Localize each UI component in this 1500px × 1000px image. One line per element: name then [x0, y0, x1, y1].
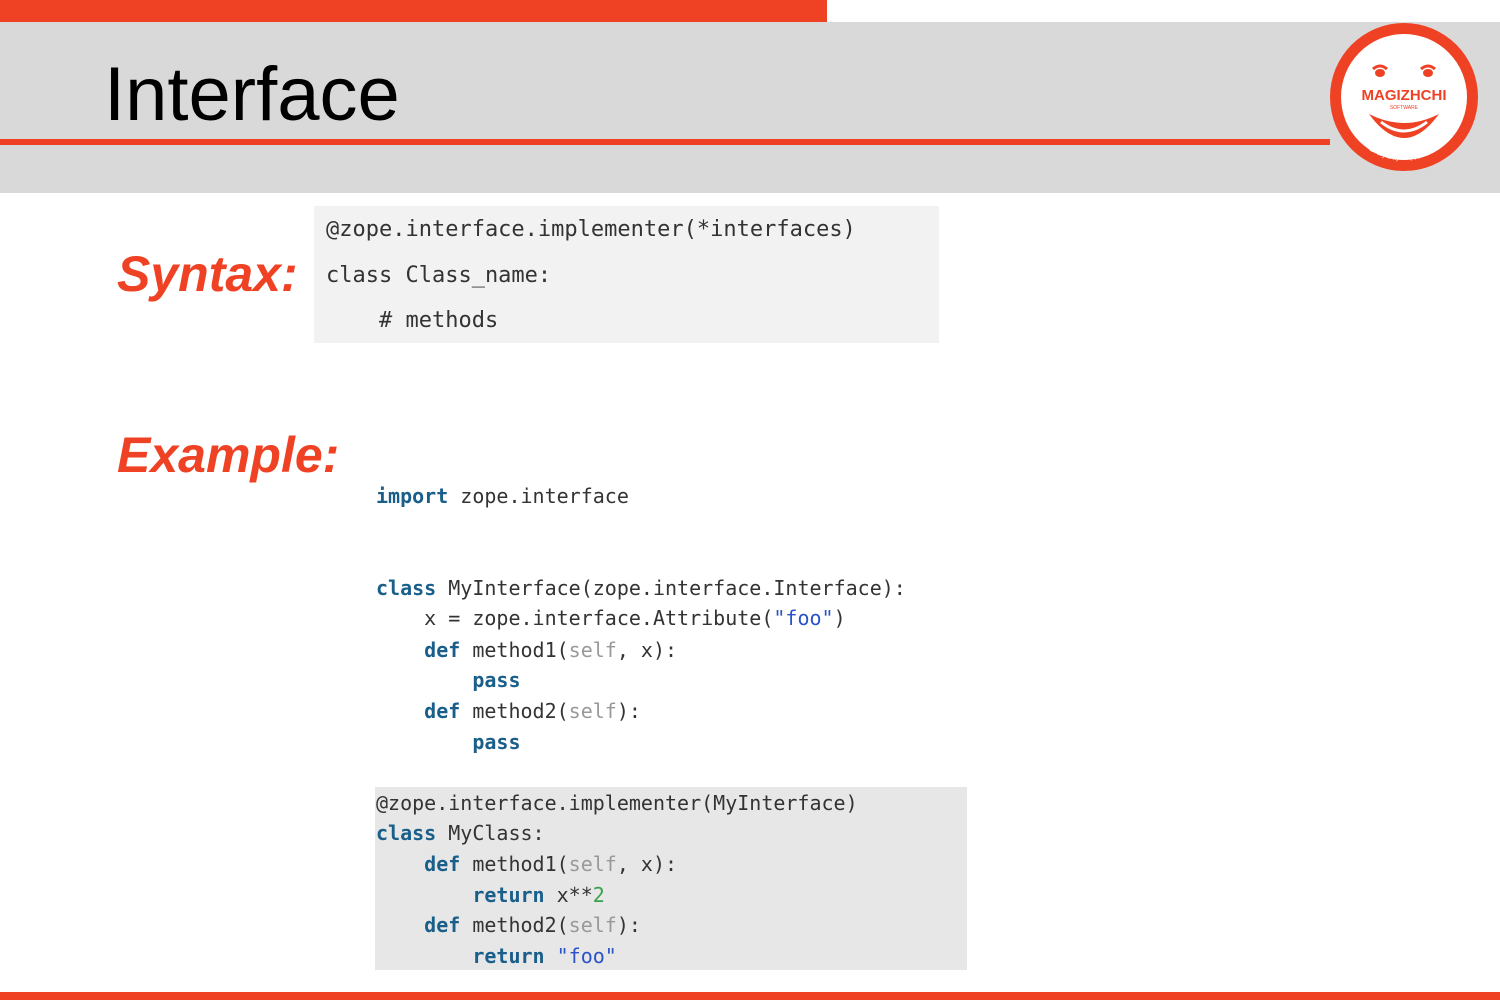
code-line-decorator: @zope.interface.implementer(MyInterface) — [376, 791, 858, 815]
code-line-class: class MyClass: — [376, 820, 545, 846]
code-text: ): — [616, 913, 641, 937]
syntax-line: @zope.interface.implementer(*interfaces) — [326, 217, 856, 242]
code-line-def: def method1(self, x): — [376, 851, 677, 877]
code-text: MyInterface(zope.interface.Interface): — [436, 576, 906, 600]
code-keyword: pass — [376, 668, 521, 692]
code-text: method1( — [460, 852, 569, 876]
code-keyword: class — [376, 576, 437, 600]
code-text: , x): — [616, 852, 678, 876]
top-accent-bar — [0, 0, 827, 22]
code-keyword: return — [376, 944, 545, 968]
code-keyword: class — [376, 821, 437, 845]
code-line-attribute: x = zope.interface.Attribute("foo") — [376, 605, 846, 631]
code-line-return: return "foo" — [376, 943, 617, 969]
code-string: "foo" — [544, 944, 617, 968]
code-line-def: def method2(self): — [376, 698, 641, 724]
code-line-import: import zope.interface — [376, 483, 629, 509]
code-text: method1( — [460, 638, 569, 662]
code-text: method2( — [460, 699, 569, 723]
code-text: zope.interface — [448, 484, 629, 508]
code-text: method2( — [460, 913, 569, 937]
code-line-class: class MyInterface(zope.interface.Interfa… — [376, 575, 906, 601]
syntax-code-block: @zope.interface.implementer(*interfaces)… — [314, 206, 939, 343]
magizhchi-logo: MAGIZHCHI SOFTWARE Every Day Happy Day — [1330, 23, 1478, 171]
example-label: Example: — [117, 427, 340, 483]
code-text: ): — [616, 699, 641, 723]
syntax-line: # methods — [326, 308, 499, 333]
code-self: self — [568, 638, 617, 662]
code-keyword: pass — [376, 730, 521, 754]
code-line-def: def method2(self): — [376, 912, 641, 938]
code-string: "foo" — [773, 606, 834, 630]
code-text: x = zope.interface.Attribute( — [376, 606, 774, 630]
svg-text:MAGIZHCHI: MAGIZHCHI — [1362, 87, 1447, 104]
syntax-label: Syntax: — [117, 246, 298, 302]
slide-title: Interface — [104, 52, 400, 137]
header-rule — [0, 139, 1330, 145]
code-keyword: def — [376, 699, 461, 723]
code-keyword: return — [376, 883, 545, 907]
footer-rule — [0, 992, 1500, 1000]
code-keyword: def — [376, 638, 461, 662]
code-keyword: def — [376, 913, 461, 937]
code-self: self — [568, 699, 617, 723]
code-self: self — [568, 852, 617, 876]
code-keyword: def — [376, 852, 461, 876]
code-text: , x): — [616, 638, 678, 662]
code-line-pass: pass — [376, 729, 521, 755]
code-number: 2 — [592, 883, 605, 907]
code-keyword: import — [376, 484, 449, 508]
code-self: self — [568, 913, 617, 937]
code-line-return: return x**2 — [376, 882, 605, 908]
svg-text:SOFTWARE: SOFTWARE — [1390, 105, 1419, 111]
code-text: MyClass: — [436, 821, 545, 845]
code-text: x** — [544, 883, 593, 907]
code-line-def: def method1(self, x): — [376, 637, 677, 663]
syntax-line: class Class_name: — [326, 263, 552, 288]
code-text: ) — [833, 606, 846, 630]
code-line-pass: pass — [376, 667, 521, 693]
